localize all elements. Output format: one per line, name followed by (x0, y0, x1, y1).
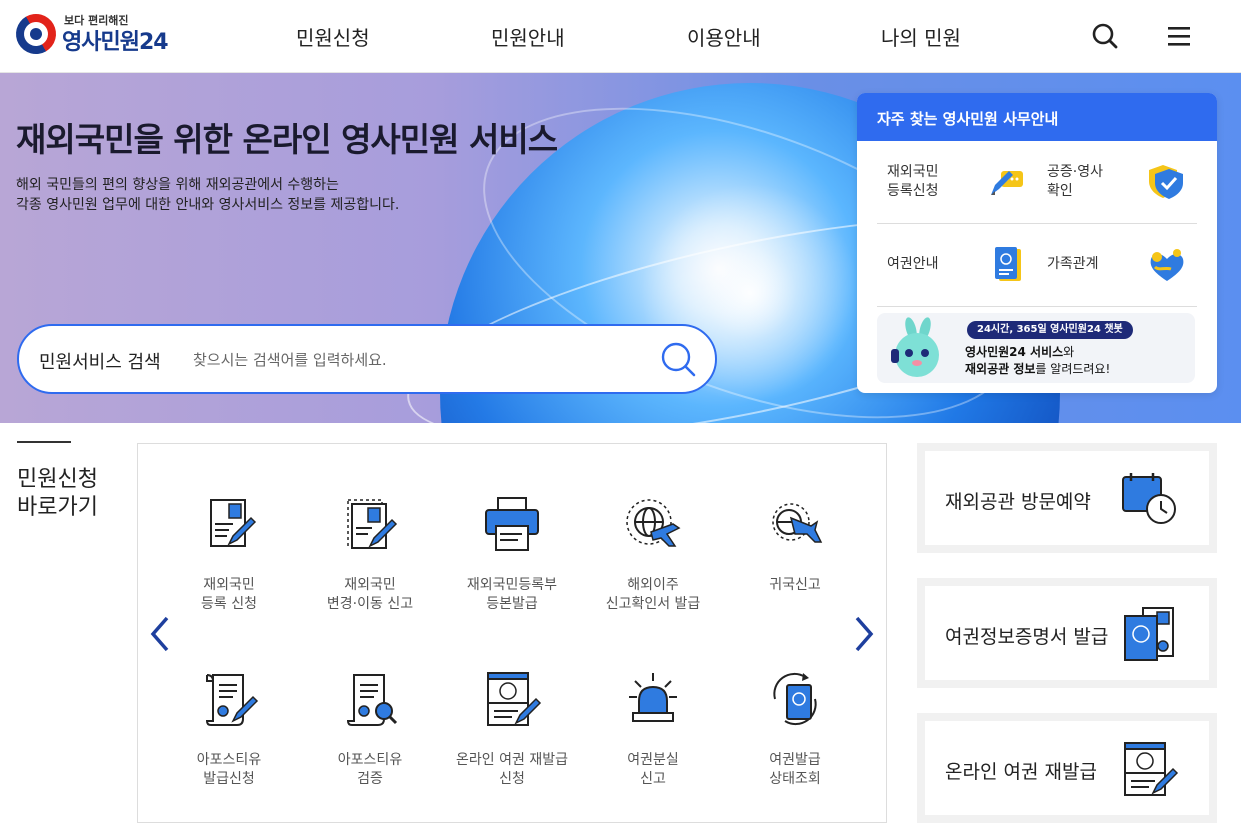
hero-title: 재외국민을 위한 온라인 영사민원 서비스 (16, 120, 558, 159)
chatbot-line: 재외공관 정보를 알려드려요! (965, 361, 1110, 378)
chatbot-bold: 영사민원24 서비스 (965, 345, 1064, 359)
side-card-visit-reservation: 재외공관 방문예약 (917, 443, 1217, 553)
chatbot-text: 영사민원24 서비스와 재외공관 정보를 알려드려요! (965, 344, 1110, 378)
side-card-label: 여권정보증명서 발급 (945, 626, 1109, 648)
side-card-online-reissue: 온라인 여권 재발급 (917, 713, 1217, 823)
quick-item-label: 재외국민 등록 신청 (201, 577, 257, 612)
logo-title: 영사민원24 (62, 30, 169, 55)
prev-arrow-icon[interactable] (148, 614, 172, 654)
quick-item-label: 재외국민등록부 등본발급 (466, 577, 558, 612)
passport-status-icon (773, 672, 817, 726)
hero-description: 해외 국민들의 편의 향상을 위해 재외공관에서 수행하는 각종 영사민원 업무… (16, 175, 399, 215)
quick-item-apostille-verify[interactable]: 아포스티유 검증 (300, 669, 440, 789)
quick-item-emigration[interactable]: 해외이주 신고확인서 발급 (583, 494, 723, 614)
faq-item-notary[interactable]: 공증·영사 확인 (1037, 141, 1197, 221)
quick-title-line: 바로가기 (17, 495, 98, 520)
chatbot-rest: 를 알려드려요! (1035, 362, 1111, 376)
faq-item-family[interactable]: 가족관계 (1037, 225, 1197, 305)
faq-item-label: 여권안내 (887, 256, 939, 272)
chatbot-rest: 와 (1063, 345, 1075, 359)
quick-item-return[interactable]: 귀국신고 (725, 494, 865, 595)
search-icon[interactable] (1089, 20, 1121, 52)
globe-plane-icon (626, 499, 681, 547)
apostille-verify-icon (346, 674, 398, 726)
site-logo[interactable]: 보다 편리해진 영사민원24 (8, 6, 186, 62)
nav-item-my[interactable]: 나의 민원 (881, 22, 961, 51)
quick-item-label: 여권분실 신고 (627, 752, 679, 787)
passport-certificate-icon (1124, 607, 1174, 661)
faq-item-label: 재외국민 등록신청 (887, 164, 939, 199)
hero-desc-line: 각종 영사민원 업무에 대한 안내와 영사서비스 정보를 제공합니다. (16, 197, 400, 213)
service-search-box: 민원서비스 검색 (17, 324, 717, 394)
shield-check-icon (1149, 165, 1183, 199)
section-divider (17, 441, 71, 443)
nav-item-guide[interactable]: 민원안내 (491, 22, 565, 51)
faq-item-label: 가족관계 (1047, 256, 1099, 272)
apostille-scroll-icon (205, 674, 259, 726)
online-reissue-icon (1124, 742, 1179, 796)
faq-divider (877, 306, 1197, 307)
online-passport-icon (487, 672, 542, 726)
quick-item-passport-status[interactable]: 여권발급 상태조회 (725, 669, 865, 789)
quick-item-label: 해외이주 신고확인서 발급 (605, 577, 701, 612)
search-input[interactable] (193, 344, 643, 376)
quick-links-panel: 재외국민 등록 신청 재외국민 변경·이동 신고 재외국민등록부 등본발급 해외… (137, 443, 887, 823)
quick-item-label: 귀국신고 (769, 577, 821, 593)
quick-item-label: 여권발급 상태조회 (769, 752, 821, 787)
quick-item-label: 아포스티유 발급신청 (196, 752, 262, 787)
change-form-icon (347, 499, 398, 549)
pencil-card-icon (991, 171, 1023, 195)
quick-title-line: 민원신청 (17, 467, 98, 492)
chatbot-banner[interactable]: 24시간, 365일 영사민원24 챗봇 영사민원24 서비스와 재외공관 정보… (877, 313, 1195, 383)
registration-form-icon (210, 499, 257, 547)
visit-reservation-button[interactable]: 재외공관 방문예약 (925, 451, 1209, 545)
side-card-label: 재외공관 방문예약 (945, 491, 1091, 513)
quick-item-apostille-apply[interactable]: 아포스티유 발급신청 (159, 669, 299, 789)
nav-item-apply[interactable]: 민원신청 (296, 22, 370, 51)
hamburger-menu-icon[interactable] (1163, 20, 1195, 52)
quick-item-registration[interactable]: 재외국민 등록 신청 (159, 494, 299, 614)
faq-item-passport[interactable]: 여권안내 (877, 225, 1037, 305)
chatbot-bold: 재외공관 정보 (965, 362, 1036, 376)
quick-item-lost-passport[interactable]: 여권분실 신고 (583, 669, 723, 789)
faq-divider (877, 223, 1197, 224)
calendar-clock-icon (1122, 473, 1176, 524)
nav-item-usage[interactable]: 이용안내 (687, 22, 761, 51)
quick-item-register-copy[interactable]: 재외국민등록부 등본발급 (442, 494, 582, 614)
next-arrow-icon[interactable] (852, 614, 876, 654)
passport-certificate-button[interactable]: 여권정보증명서 발급 (925, 586, 1209, 680)
rabbit-mascot-icon (891, 317, 939, 377)
quick-section-title: 민원신청 바로가기 (17, 466, 98, 522)
passport-icon (995, 247, 1021, 281)
site-header: 보다 편리해진 영사민원24 민원신청 민원안내 이용안내 나의 민원 (0, 0, 1241, 73)
quick-item-change[interactable]: 재외국민 변경·이동 신고 (300, 494, 440, 614)
chatbot-line: 영사민원24 서비스와 (965, 344, 1110, 361)
quick-item-online-passport[interactable]: 온라인 여권 재발급 신청 (442, 669, 582, 789)
side-card-label: 온라인 여권 재발급 (945, 761, 1097, 783)
faq-item-registration[interactable]: 재외국민 등록신청 (877, 141, 1037, 221)
family-heart-icon (1150, 249, 1184, 281)
return-plane-icon (772, 503, 823, 543)
search-label: 민원서비스 검색 (39, 352, 161, 373)
search-submit-icon[interactable] (659, 340, 699, 380)
taegeuk-logo-icon (8, 6, 64, 62)
faq-title: 자주 찾는 영사민원 사무안내 (857, 93, 1217, 141)
quick-item-label: 온라인 여권 재발급 신청 (456, 752, 568, 787)
online-reissue-button[interactable]: 온라인 여권 재발급 (925, 721, 1209, 815)
chatbot-badge: 24시간, 365일 영사민원24 챗봇 (967, 321, 1133, 339)
printer-icon (485, 497, 539, 551)
quick-item-label: 아포스티유 검증 (337, 752, 403, 787)
faq-item-label: 공증·영사 확인 (1047, 164, 1103, 199)
siren-icon (629, 673, 677, 722)
hero-desc-line: 해외 국민들의 편의 향상을 위해 재외공관에서 수행하는 (16, 177, 339, 193)
quick-item-label: 재외국민 변경·이동 신고 (326, 577, 414, 612)
frequent-services-panel: 자주 찾는 영사민원 사무안내 재외국민 등록신청 공증·영사 확인 여권안내 … (857, 93, 1217, 393)
side-card-passport-certificate: 여권정보증명서 발급 (917, 578, 1217, 688)
